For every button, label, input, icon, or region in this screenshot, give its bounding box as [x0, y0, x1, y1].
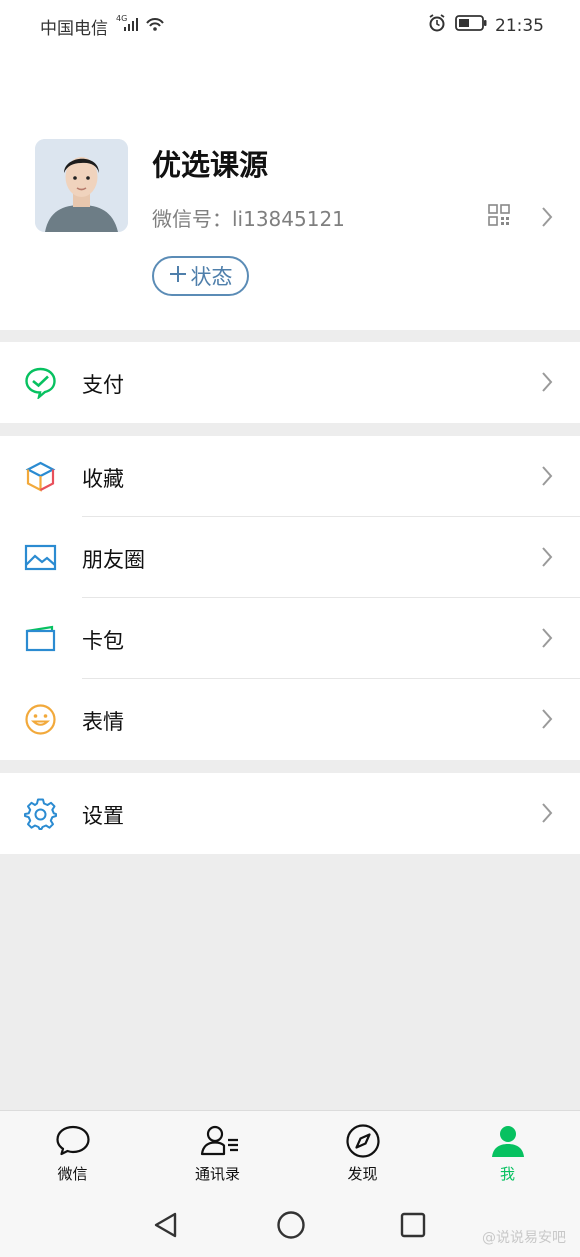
menu-item-settings[interactable]: 设置: [0, 773, 580, 854]
compass-icon: [346, 1124, 380, 1158]
profile-header[interactable]: 优选课源 微信号：li13845121 状态: [0, 48, 580, 330]
tab-label: 通讯录: [194, 1165, 240, 1183]
menu-item-favorites[interactable]: 收藏: [0, 436, 580, 517]
menu-group-main: 收藏 朋友圈 卡包 表情: [0, 436, 580, 760]
chevron-right-icon: [540, 627, 554, 653]
me-person-icon: [492, 1126, 524, 1157]
chevron-right-icon: [540, 802, 554, 828]
recents-square-icon[interactable]: [399, 1211, 427, 1239]
emoji-icon: [24, 703, 57, 736]
chevron-right-icon: [540, 708, 554, 734]
menu-item-label: 表情: [82, 710, 124, 734]
menu-item-label: 支付: [82, 373, 124, 397]
menu-item-pay[interactable]: 支付: [0, 342, 580, 423]
chevron-right-icon: [540, 465, 554, 491]
alarm-icon: [427, 13, 447, 38]
tab-contacts[interactable]: 通讯录: [145, 1111, 290, 1194]
card-wallet-icon: [24, 622, 57, 655]
menu-item-label: 卡包: [82, 629, 124, 653]
add-status-button[interactable]: 状态: [152, 256, 249, 296]
menu-item-stickers[interactable]: 表情: [0, 679, 580, 760]
status-bar: 中国电信 4G 21:35: [0, 0, 580, 48]
clock: 21:35: [495, 15, 544, 36]
menu-group-settings: 设置: [0, 773, 580, 854]
qr-code-icon[interactable]: [488, 204, 510, 230]
battery-icon: [455, 14, 487, 37]
tab-label: 我: [499, 1165, 515, 1183]
menu-item-label: 设置: [82, 804, 124, 828]
tab-discover[interactable]: 发现: [290, 1111, 435, 1194]
menu-item-label: 收藏: [82, 467, 124, 491]
favorites-cube-icon: [24, 460, 57, 493]
pay-icon: [24, 366, 57, 401]
carrier-label: 中国电信: [40, 19, 108, 39]
menu-item-label: 朋友圈: [82, 548, 145, 572]
system-navigation-bar: @说说易安吧: [0, 1193, 580, 1257]
tab-me[interactable]: 我: [435, 1111, 580, 1194]
plus-icon: [169, 264, 187, 288]
chevron-right-icon: [540, 546, 554, 572]
bottom-tab-bar: 微信 通讯录 发现 我: [0, 1110, 580, 1193]
status-button-label: 状态: [190, 265, 233, 289]
tab-label: 发现: [347, 1165, 378, 1183]
menu-item-card-wallet[interactable]: 卡包: [0, 598, 580, 679]
signal-icon: 4G: [116, 13, 166, 38]
tab-label: 微信: [57, 1165, 88, 1183]
profile-name: 优选课源: [152, 148, 269, 182]
chat-bubble-icon: [56, 1125, 90, 1156]
avatar[interactable]: [35, 139, 128, 232]
home-circle-icon[interactable]: [276, 1210, 306, 1240]
chevron-right-icon: [540, 206, 554, 232]
watermark: @说说易安吧: [482, 1230, 566, 1246]
tab-chats[interactable]: 微信: [0, 1111, 145, 1194]
settings-gear-icon: [24, 797, 57, 830]
wechat-id: 微信号：li13845121: [152, 207, 345, 231]
contacts-icon: [200, 1125, 238, 1156]
network-type: 4G: [116, 14, 127, 23]
menu-item-moments[interactable]: 朋友圈: [0, 517, 580, 598]
menu-group-pay: 支付: [0, 342, 580, 423]
chevron-right-icon: [540, 371, 554, 397]
moments-image-icon: [24, 541, 57, 574]
back-triangle-icon[interactable]: [152, 1211, 180, 1239]
